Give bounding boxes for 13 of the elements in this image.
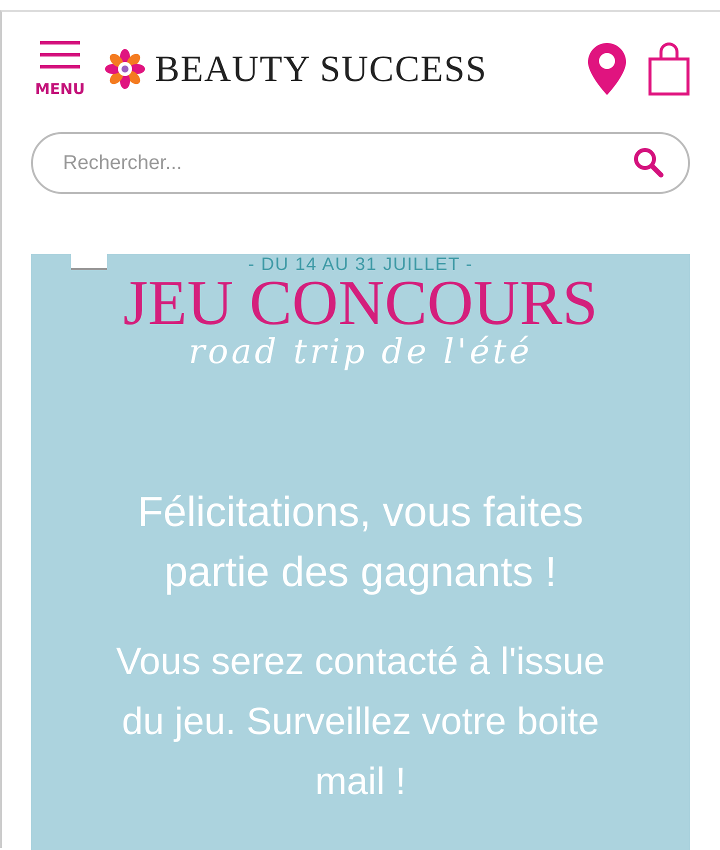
brand-name[interactable]: BEAUTY SUCCESS [154,48,488,90]
banner-dates: - DU 14 AU 31 JUILLET - [248,254,473,274]
menu-button[interactable]: MENU [35,40,85,98]
location-pin-icon[interactable] [588,43,626,95]
search-icon[interactable] [632,146,664,178]
success-headline: Félicitations, vous faites partie des gagnants ! [136,487,584,597]
shopping-bag-icon[interactable] [648,42,690,96]
banner-subtitle: road trip de l'été [188,332,532,372]
banner-title: JEU CONCOURS [123,274,598,332]
flower-logo-icon [104,49,145,89]
success-message: Vous serez contacté à l'issue du jeu. Surveillez votre boite mail ! [115,640,606,805]
menu-icon[interactable] [40,40,80,70]
search-field[interactable]: Rechercher... [31,132,690,194]
